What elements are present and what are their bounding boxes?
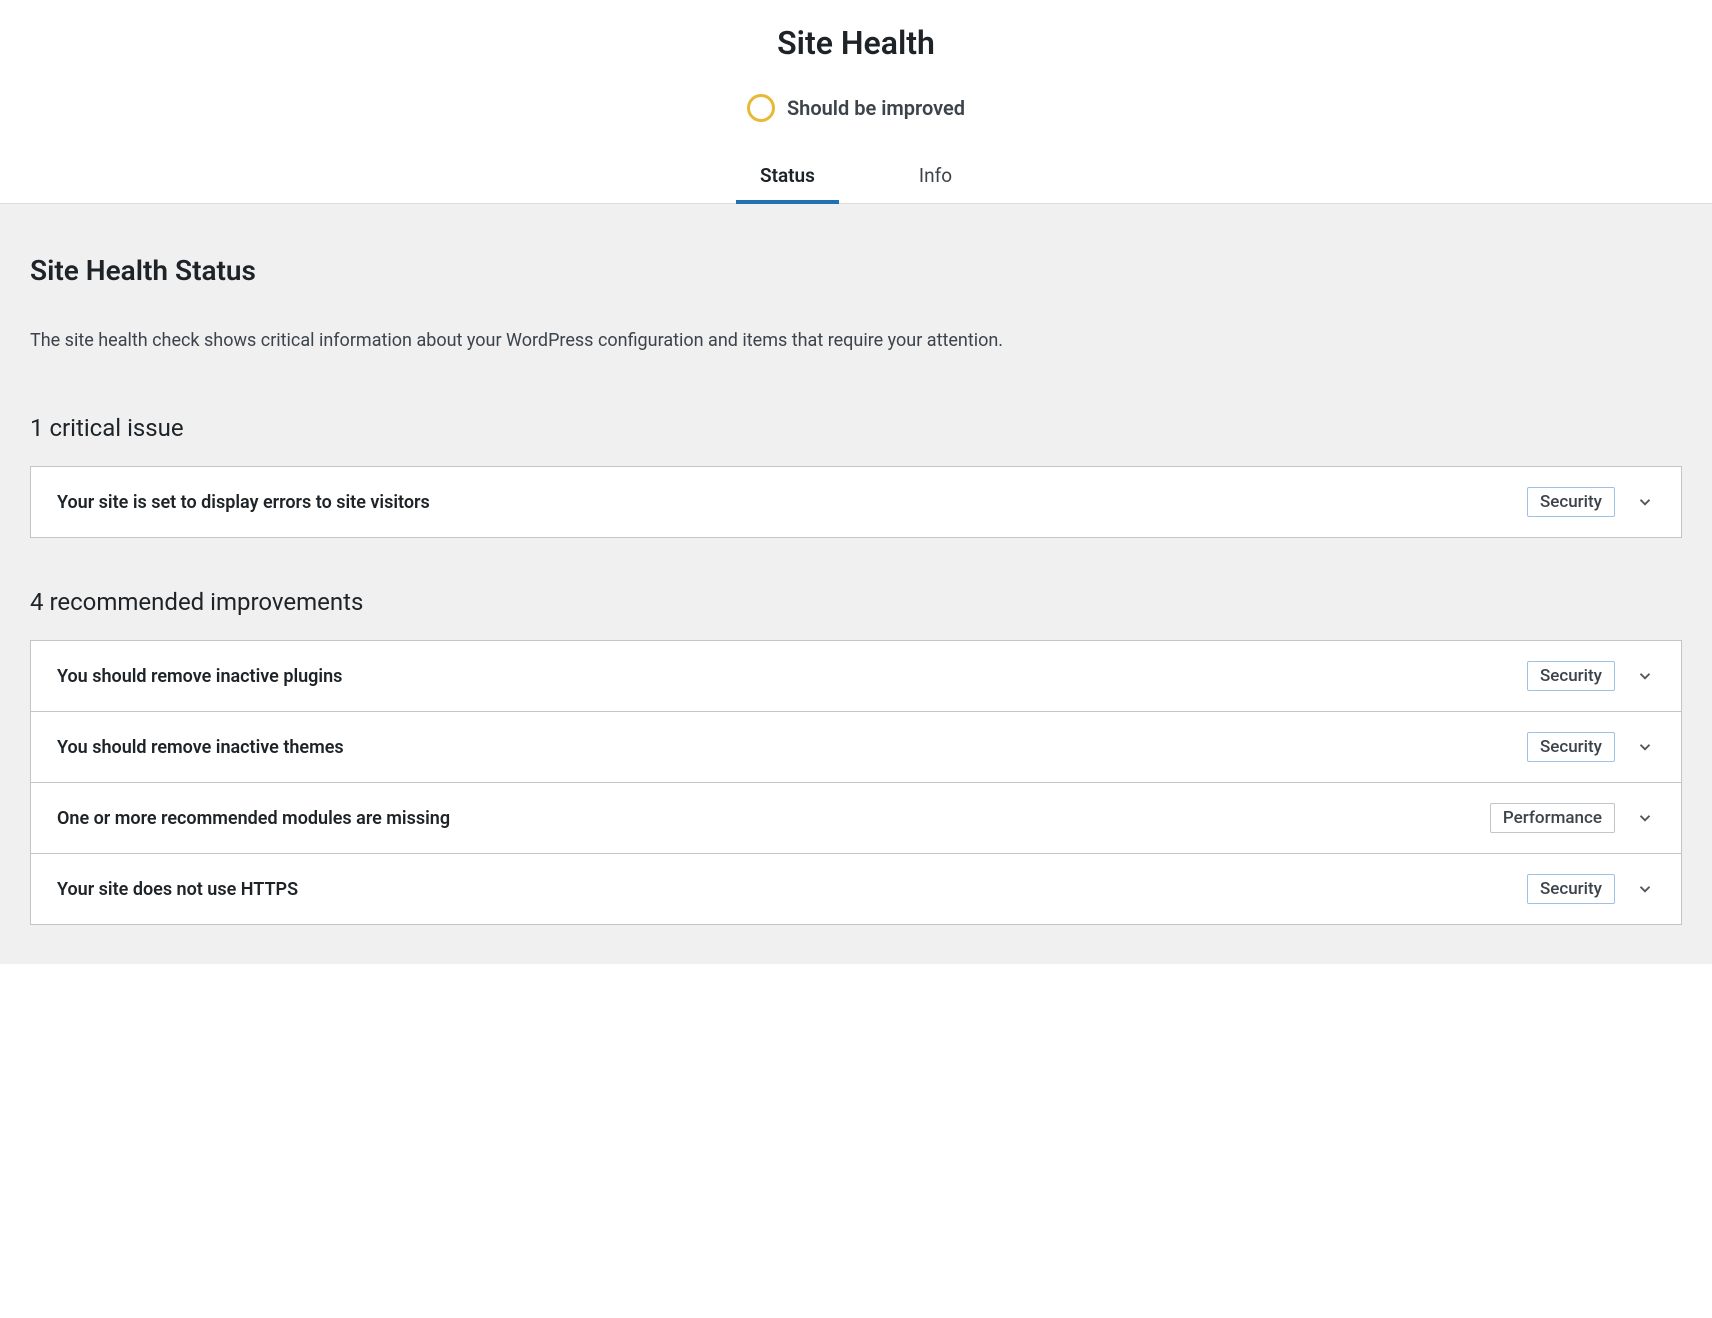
tabs: Status Info: [0, 150, 1712, 204]
issue-title: You should remove inactive plugins: [57, 666, 342, 687]
issue-item[interactable]: Your site does not use HTTPS Security: [30, 854, 1682, 925]
page-title: Site Health: [0, 24, 1712, 62]
issue-badge: Security: [1527, 732, 1615, 762]
critical-issues-list: Your site is set to display errors to si…: [30, 466, 1682, 538]
issue-right: Security: [1527, 874, 1655, 904]
tab-info[interactable]: Info: [907, 150, 964, 203]
section-title: Site Health Status: [30, 254, 1682, 287]
issue-title: Your site is set to display errors to si…: [57, 492, 430, 513]
issue-item[interactable]: You should remove inactive themes Securi…: [30, 712, 1682, 783]
chevron-down-icon: [1635, 808, 1655, 828]
issue-item[interactable]: You should remove inactive plugins Secur…: [30, 640, 1682, 712]
header-section: Site Health Should be improved Status In…: [0, 0, 1712, 204]
issue-right: Security: [1527, 487, 1655, 517]
issue-title: One or more recommended modules are miss…: [57, 808, 450, 829]
issue-item[interactable]: One or more recommended modules are miss…: [30, 783, 1682, 854]
issue-badge: Security: [1527, 874, 1615, 904]
recommended-heading: 4 recommended improvements: [30, 588, 1682, 616]
chevron-down-icon: [1635, 879, 1655, 899]
recommended-issues-list: You should remove inactive plugins Secur…: [30, 640, 1682, 925]
issue-badge: Security: [1527, 487, 1615, 517]
tab-status[interactable]: Status: [748, 150, 827, 203]
critical-heading: 1 critical issue: [30, 414, 1682, 442]
issue-title: You should remove inactive themes: [57, 737, 344, 758]
issue-right: Security: [1527, 661, 1655, 691]
issue-badge: Security: [1527, 661, 1615, 691]
section-description: The site health check shows critical inf…: [30, 327, 1682, 354]
issue-right: Security: [1527, 732, 1655, 762]
issue-badge: Performance: [1490, 803, 1615, 833]
status-text: Should be improved: [787, 96, 965, 120]
status-row: Should be improved: [0, 94, 1712, 122]
issue-right: Performance: [1490, 803, 1655, 833]
chevron-down-icon: [1635, 492, 1655, 512]
chevron-down-icon: [1635, 737, 1655, 757]
status-indicator-icon: [747, 94, 775, 122]
issue-title: Your site does not use HTTPS: [57, 879, 298, 900]
content-section: Site Health Status The site health check…: [0, 204, 1712, 964]
chevron-down-icon: [1635, 666, 1655, 686]
issue-item[interactable]: Your site is set to display errors to si…: [30, 466, 1682, 538]
